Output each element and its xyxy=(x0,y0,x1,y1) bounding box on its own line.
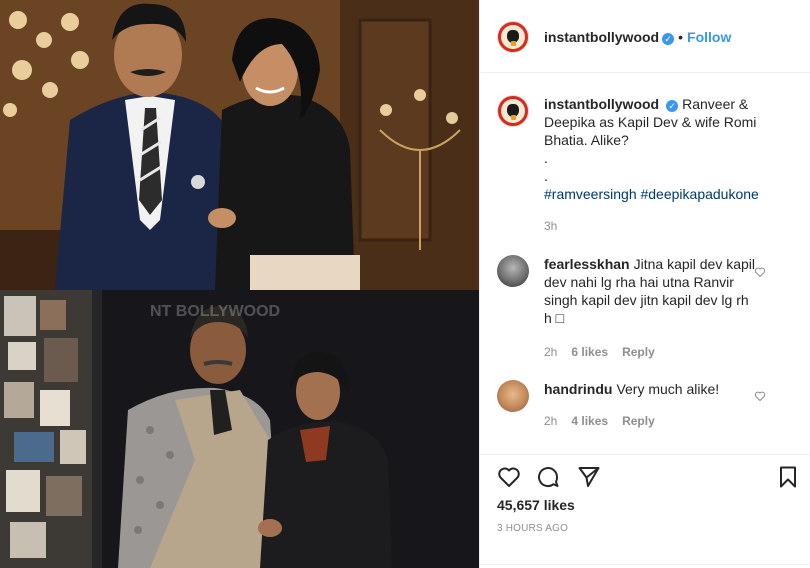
post-media[interactable]: NT BOLLYWOOD xyxy=(0,0,479,568)
comment-likes[interactable]: 4 likes xyxy=(571,414,608,428)
caption-author-avatar[interactable] xyxy=(497,95,529,127)
commenter-avatar[interactable] xyxy=(497,255,529,287)
bookmark-icon[interactable] xyxy=(776,465,800,489)
commenter-avatar[interactable] xyxy=(497,380,529,412)
verified-badge-icon: ✓ xyxy=(662,33,675,45)
caption-dot: . xyxy=(544,150,548,166)
photo-bottom-illustration: NT BOLLYWOOD xyxy=(0,290,479,568)
comment-time[interactable]: 2h xyxy=(544,414,557,428)
comment-like-heart-icon[interactable] xyxy=(754,390,766,402)
post-time-ago[interactable]: 3 HOURS AGO xyxy=(497,523,568,534)
heart-icon[interactable] xyxy=(497,465,521,489)
author-line: instantbollywood ✓ • Follow xyxy=(544,29,731,47)
post-actions: 45,657 likes 3 HOURS AGO xyxy=(480,454,810,568)
caption-hashtags[interactable]: #ramveersingh #deepikapadukone xyxy=(544,185,764,203)
author-username[interactable]: instantbollywood xyxy=(544,29,659,45)
separator-dot: • xyxy=(678,29,684,45)
comment-body: handrindu Very much alike! 2h 4 likes Reply xyxy=(544,380,759,430)
comment-row: fearlesskhan Jitna kapil dev kapil dev na… xyxy=(497,255,797,365)
caption-body: instantbollywood ✓ Ranveer & Deepika as Ka… xyxy=(544,95,764,235)
post-side-panel: instantbollywood ✓ • Follow instantbollywoo… xyxy=(479,0,810,568)
caption-dot: . xyxy=(544,168,548,184)
likes-count[interactable]: 45,657 likes xyxy=(497,497,575,513)
follow-button[interactable]: Follow xyxy=(687,29,731,45)
comment-meta: 2h 4 likes Reply xyxy=(544,412,759,430)
caption-username[interactable]: instantbollywood xyxy=(544,96,659,112)
verified-badge-icon: ✓ xyxy=(666,100,679,112)
comments-section[interactable]: instantbollywood ✓ Ranveer & Deepika as Ka… xyxy=(480,74,810,454)
comment-username[interactable]: handrindu xyxy=(544,381,612,397)
paper-plane-icon[interactable] xyxy=(577,465,601,489)
comment-username[interactable]: fearlesskhan xyxy=(544,256,630,272)
post-header: instantbollywood ✓ • Follow xyxy=(480,0,810,73)
caption-meta: 3h xyxy=(544,217,764,235)
comment-likes[interactable]: 6 likes xyxy=(571,345,608,359)
comment-row: handrindu Very much alike! 2h 4 likes Reply xyxy=(497,380,797,440)
photo-watermark: NT BOLLYWOOD xyxy=(150,303,280,320)
post-photo-top xyxy=(0,0,479,290)
comment-text: Very much alike! xyxy=(616,381,720,397)
comment-bubble-icon[interactable] xyxy=(536,465,560,489)
comment-time[interactable]: 2h xyxy=(544,345,557,359)
comment-meta: 2h 6 likes Reply xyxy=(544,343,759,361)
comment-like-heart-icon[interactable] xyxy=(754,266,766,278)
caption-row: instantbollywood ✓ Ranveer & Deepika as Ka… xyxy=(497,95,797,235)
comment-body: fearlesskhan Jitna kapil dev kapil dev na… xyxy=(544,255,759,361)
comment-reply-button[interactable]: Reply xyxy=(622,414,655,428)
caption-time[interactable]: 3h xyxy=(544,219,557,233)
comment-reply-button[interactable]: Reply xyxy=(622,345,655,359)
add-comment-divider xyxy=(480,564,810,568)
post-photo-bottom: NT BOLLYWOOD xyxy=(0,290,479,568)
photo-top-illustration xyxy=(0,0,479,290)
author-avatar[interactable] xyxy=(497,21,529,53)
